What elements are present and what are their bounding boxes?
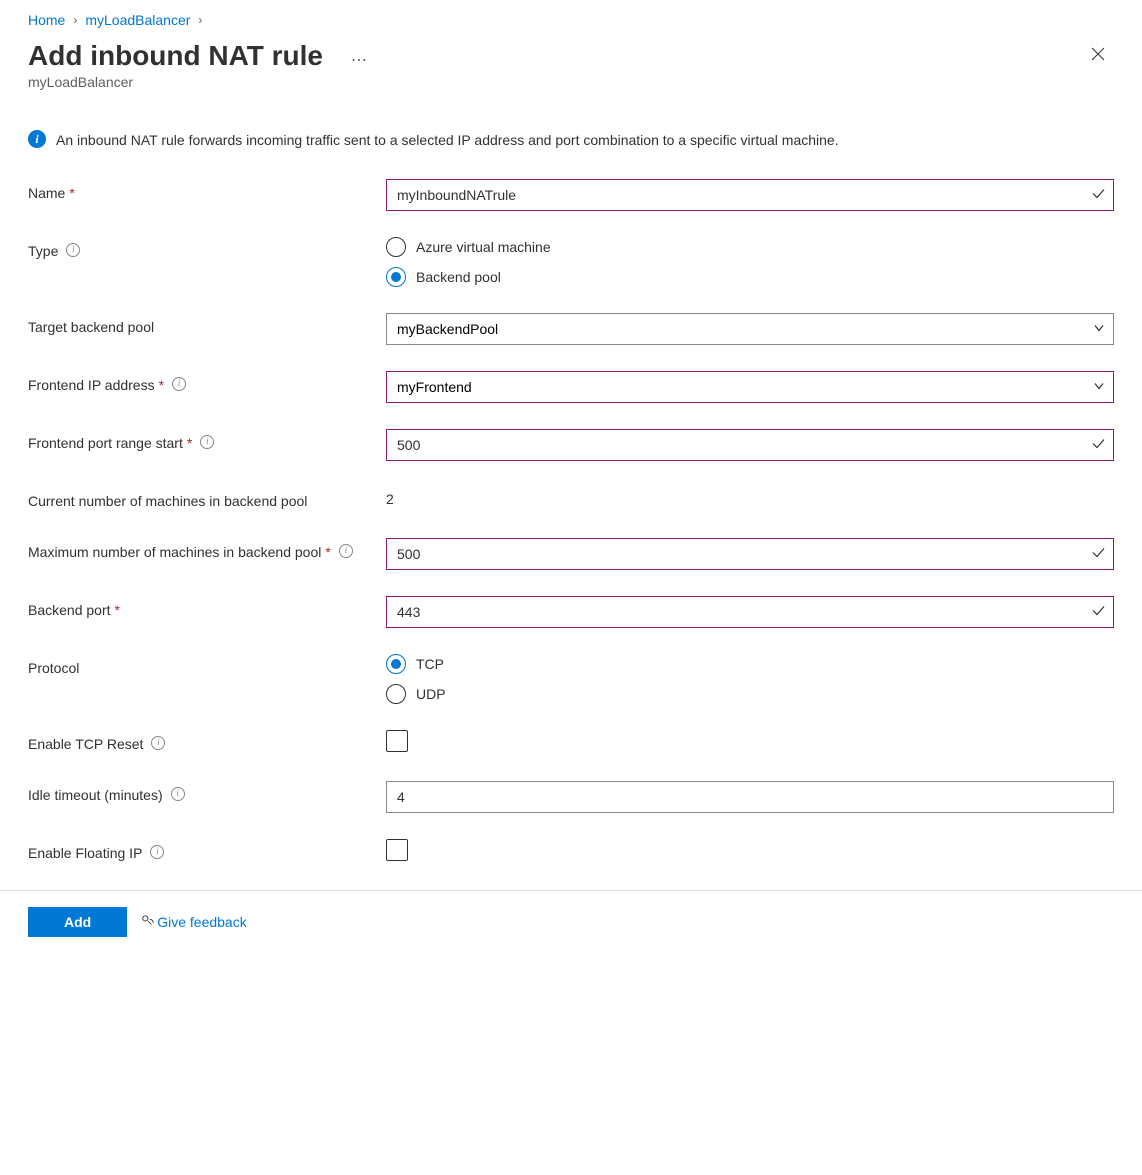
label-tcp-reset: Enable TCP Reset i	[28, 730, 386, 755]
help-icon[interactable]: i	[171, 787, 185, 801]
feedback-icon	[141, 914, 155, 931]
target-backend-pool-select[interactable]: myBackendPool	[386, 313, 1114, 345]
radio-label: Azure virtual machine	[416, 239, 551, 255]
idle-timeout-input[interactable]	[386, 781, 1114, 813]
label-frontend-port-start: Frontend port range start* i	[28, 429, 386, 454]
help-icon[interactable]: i	[172, 377, 186, 391]
breadcrumb-lb[interactable]: myLoadBalancer	[85, 12, 190, 28]
help-icon[interactable]: i	[339, 544, 353, 558]
radio-icon	[386, 237, 406, 257]
label-current-machines: Current number of machines in backend po…	[28, 487, 386, 512]
label-floating-ip: Enable Floating IP i	[28, 839, 386, 864]
help-icon[interactable]: i	[200, 435, 214, 449]
breadcrumb: Home › myLoadBalancer ›	[28, 12, 1114, 28]
radio-label: TCP	[416, 656, 444, 672]
max-machines-input[interactable]	[386, 538, 1114, 570]
info-text: An inbound NAT rule forwards incoming tr…	[56, 130, 839, 151]
radio-icon	[386, 684, 406, 704]
tcp-reset-checkbox[interactable]	[386, 730, 408, 752]
page-subtitle: myLoadBalancer	[28, 74, 1114, 90]
label-protocol: Protocol	[28, 654, 386, 679]
radio-icon	[386, 654, 406, 674]
page-title: Add inbound NAT rule	[28, 40, 323, 72]
give-feedback-link[interactable]: Give feedback	[141, 914, 247, 931]
breadcrumb-home[interactable]: Home	[28, 12, 65, 28]
close-button[interactable]	[1082, 42, 1114, 71]
label-target-backend-pool: Target backend pool	[28, 313, 386, 338]
type-radio-backend-pool[interactable]: Backend pool	[386, 267, 1114, 287]
protocol-radio-udp[interactable]: UDP	[386, 684, 1114, 704]
info-icon: i	[28, 130, 46, 148]
frontend-port-start-input[interactable]	[386, 429, 1114, 461]
more-actions-button[interactable]: ⋯	[343, 48, 376, 72]
backend-port-input[interactable]	[386, 596, 1114, 628]
type-radio-vm[interactable]: Azure virtual machine	[386, 237, 1114, 257]
label-name: Name*	[28, 179, 386, 204]
protocol-radio-tcp[interactable]: TCP	[386, 654, 1114, 674]
help-icon[interactable]: i	[66, 243, 80, 257]
label-frontend-ip: Frontend IP address* i	[28, 371, 386, 396]
name-input[interactable]	[386, 179, 1114, 211]
frontend-ip-select[interactable]: myFrontend	[386, 371, 1114, 403]
label-idle-timeout: Idle timeout (minutes) i	[28, 781, 386, 806]
help-icon[interactable]: i	[150, 845, 164, 859]
radio-icon	[386, 267, 406, 287]
label-backend-port: Backend port*	[28, 596, 386, 621]
label-type: Type i	[28, 237, 386, 262]
floating-ip-checkbox[interactable]	[386, 839, 408, 861]
help-icon[interactable]: i	[151, 736, 165, 750]
label-max-machines: Maximum number of machines in backend po…	[28, 538, 386, 563]
radio-label: UDP	[416, 686, 446, 702]
chevron-right-icon: ›	[73, 13, 77, 27]
current-machines-value: 2	[386, 487, 1114, 507]
radio-label: Backend pool	[416, 269, 501, 285]
add-button[interactable]: Add	[28, 907, 127, 937]
chevron-right-icon: ›	[198, 13, 202, 27]
